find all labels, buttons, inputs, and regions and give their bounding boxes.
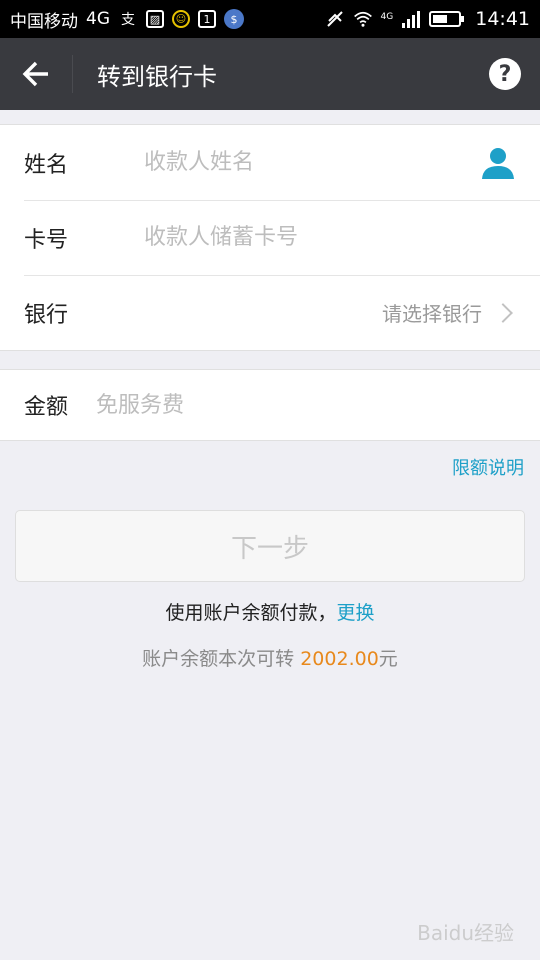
card-row: 卡号 bbox=[0, 200, 540, 275]
help-icon: ? bbox=[489, 58, 521, 90]
network-small-label: 4G bbox=[380, 12, 394, 22]
back-button[interactable] bbox=[0, 38, 72, 110]
bank-label: 银行 bbox=[24, 302, 69, 328]
limit-info-link[interactable]: 限额说明 bbox=[452, 454, 524, 480]
status-left: 中国移动 4G 支 ▨ ☺ 1 $ bbox=[10, 7, 244, 32]
status-right: 4G 14:41 bbox=[325, 8, 530, 30]
amount-input[interactable] bbox=[96, 392, 516, 418]
status-time: 14:41 bbox=[475, 8, 530, 30]
contact-person-icon[interactable] bbox=[480, 145, 516, 181]
title-bar: 转到银行卡 ? bbox=[0, 38, 540, 110]
sim-icon: 1 bbox=[198, 10, 216, 28]
status-bar: 中国移动 4G 支 ▨ ☺ 1 $ 4G 14:41 bbox=[0, 0, 540, 38]
arrow-left-icon bbox=[22, 61, 48, 87]
page-title: 转到银行卡 bbox=[97, 62, 217, 91]
balance-line: 账户余额本次可转 2002.00元 bbox=[0, 644, 540, 671]
recipient-form: 姓名 卡号 银行 请选择银行 bbox=[0, 124, 540, 351]
name-row: 姓名 bbox=[0, 125, 540, 200]
balance-amount: 2002.00 bbox=[300, 648, 379, 670]
amount-form: 金额 bbox=[0, 369, 540, 441]
title-divider bbox=[72, 55, 73, 93]
name-label: 姓名 bbox=[24, 152, 69, 178]
card-number-input[interactable] bbox=[144, 225, 516, 250]
wifi-icon bbox=[353, 9, 373, 29]
help-button[interactable]: ? bbox=[470, 38, 540, 110]
network-label: 4G bbox=[86, 9, 110, 29]
payment-method-text: 使用账户余额付款， bbox=[165, 602, 337, 624]
smiley-icon: ☺ bbox=[172, 10, 190, 28]
watermark: Baidu经验 bbox=[417, 921, 514, 945]
amount-row: 金额 bbox=[0, 370, 540, 440]
change-payment-link[interactable]: 更换 bbox=[337, 602, 375, 624]
zhifubao-icon: 支 bbox=[121, 12, 135, 28]
shield-icon: $ bbox=[224, 9, 244, 29]
chevron-right-icon bbox=[493, 302, 513, 323]
signal-icon bbox=[401, 9, 421, 29]
next-step-button[interactable]: 下一步 bbox=[15, 510, 525, 582]
name-input[interactable] bbox=[144, 150, 480, 175]
bank-row[interactable]: 银行 请选择银行 bbox=[0, 275, 540, 350]
amount-label: 金额 bbox=[24, 395, 69, 420]
bank-select-text[interactable]: 请选择银行 bbox=[144, 298, 496, 327]
balance-prefix: 账户余额本次可转 bbox=[142, 648, 301, 670]
card-label: 卡号 bbox=[24, 227, 69, 253]
payment-method-line: 使用账户余额付款，更换 bbox=[0, 598, 540, 625]
carrier-label: 中国移动 bbox=[10, 11, 78, 32]
balance-suffix: 元 bbox=[378, 648, 398, 670]
battery-icon bbox=[429, 11, 465, 27]
image-icon: ▨ bbox=[146, 10, 164, 28]
mute-icon bbox=[325, 9, 345, 29]
